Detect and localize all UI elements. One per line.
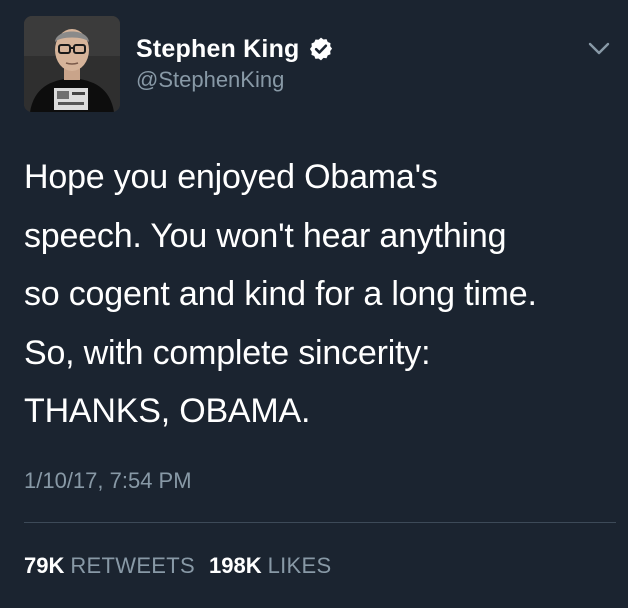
tweet-card: Stephen King @StephenKing Hope you enjoy… xyxy=(0,0,628,608)
profile-photo-icon xyxy=(24,16,120,112)
display-name[interactable]: Stephen King xyxy=(136,35,300,64)
chevron-down-icon[interactable] xyxy=(588,42,610,56)
user-info: Stephen King @StephenKing xyxy=(136,34,334,93)
name-row: Stephen King xyxy=(136,34,334,64)
tweet-stats: 79K RETWEETS 198K LIKES xyxy=(24,553,345,579)
likes-count: 198K xyxy=(208,553,262,578)
likes-stat[interactable]: 198K LIKES xyxy=(209,553,331,579)
tweet-text: Hope you enjoyed Obama's speech. You won… xyxy=(24,158,537,430)
tweet-header: Stephen King @StephenKing xyxy=(24,16,616,114)
user-handle[interactable]: @StephenKing xyxy=(136,67,334,93)
retweets-label: RETWEETS xyxy=(70,553,195,578)
avatar[interactable] xyxy=(24,16,120,112)
likes-label: LIKES xyxy=(267,553,332,578)
verified-badge-icon xyxy=(308,36,334,62)
tweet-timestamp[interactable]: 1/10/17, 7:54 PM xyxy=(24,468,192,494)
retweets-stat[interactable]: 79K RETWEETS xyxy=(24,553,195,579)
retweets-count: 79K xyxy=(24,553,65,578)
divider xyxy=(24,522,616,523)
